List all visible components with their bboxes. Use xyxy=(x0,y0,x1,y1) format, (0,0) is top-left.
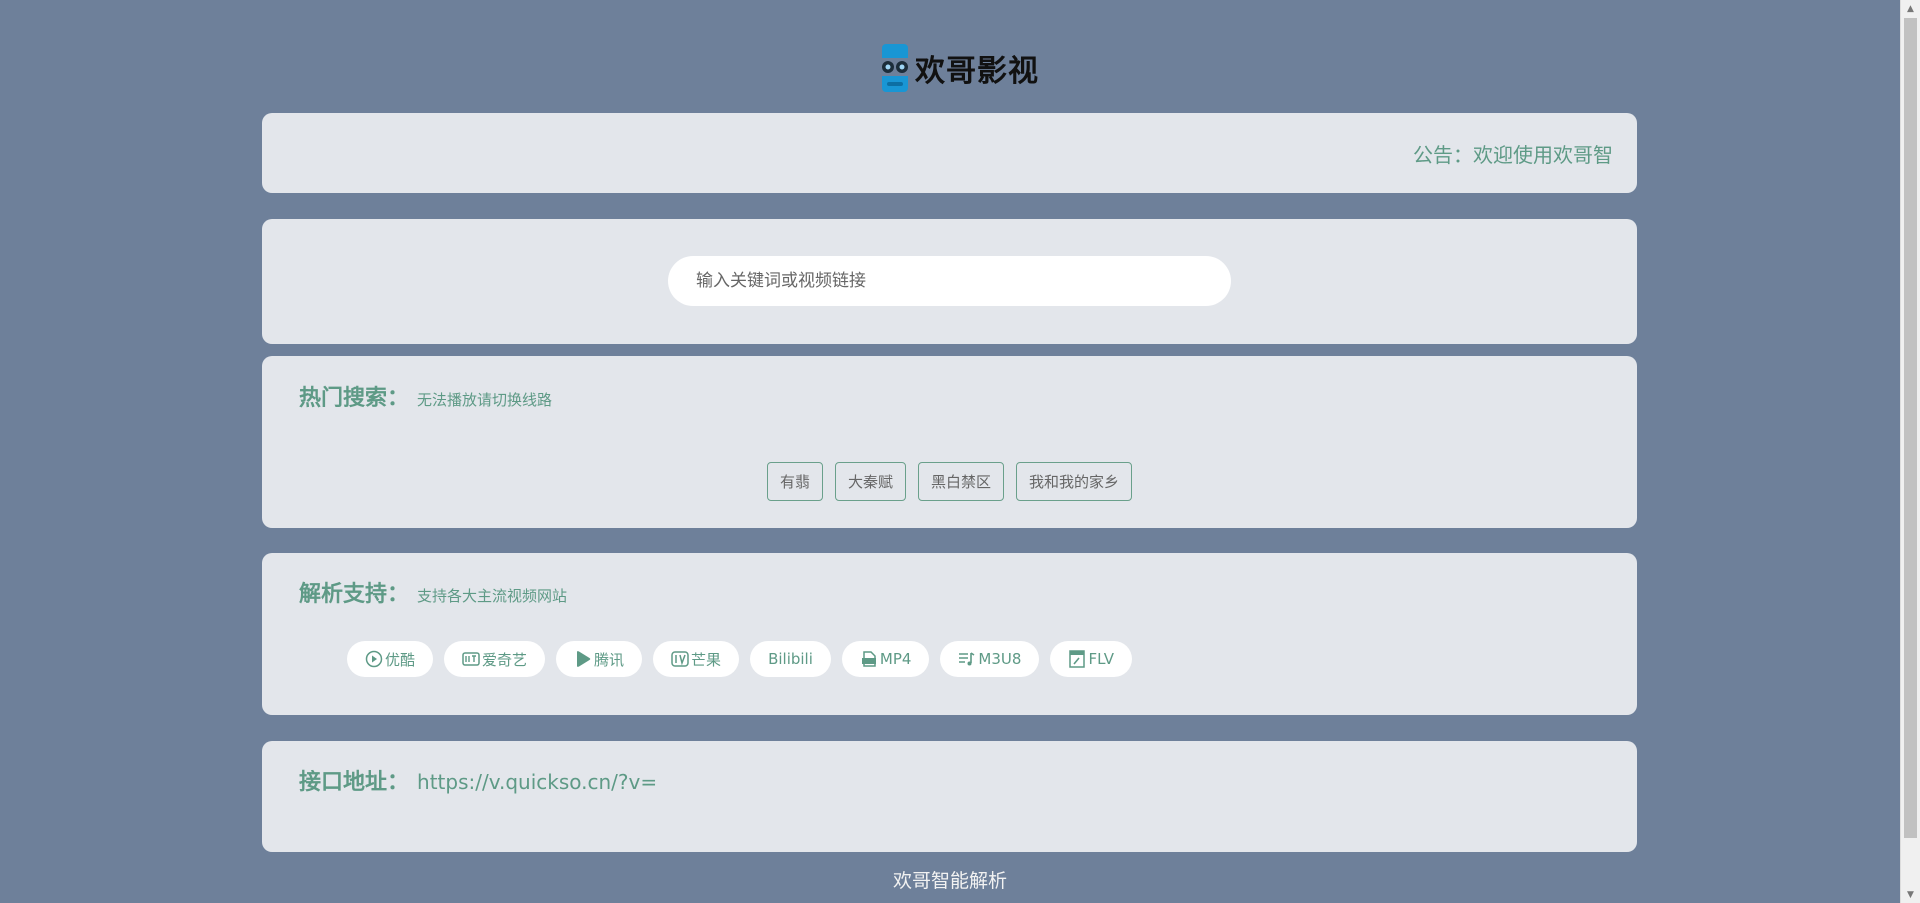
hot-tag[interactable]: 大秦赋 xyxy=(834,462,906,501)
tencent-play-icon xyxy=(574,650,592,668)
api-url[interactable]: https://v.quickso.cn/?v= xyxy=(417,770,657,794)
mascot-logo-icon xyxy=(879,42,911,94)
platform-youku[interactable]: 优酷 xyxy=(347,641,434,677)
platform-label: M3U8 xyxy=(978,650,1022,668)
parse-support-card: 解析支持： 支持各大主流视频网站 优酷 爱奇艺 腾讯 芒果 Bilibili M… xyxy=(262,553,1637,715)
hot-search-subtitle: 无法播放请切换线路 xyxy=(417,391,553,409)
api-card: 接口地址： https://v.quickso.cn/?v= xyxy=(262,741,1637,852)
notice-card: 公告：欢迎使用欢哥智 xyxy=(262,113,1637,193)
hot-search-tags: 有翡 大秦赋 黑白禁区 我和我的家乡 xyxy=(262,462,1637,501)
iqiyi-icon xyxy=(462,650,480,668)
hot-search-heading: 热门搜索： 无法播放请切换线路 xyxy=(299,380,552,412)
parse-support-subtitle: 支持各大主流视频网站 xyxy=(417,587,568,605)
mango-icon xyxy=(671,650,689,668)
api-title: 接口地址： xyxy=(299,770,410,795)
vertical-scrollbar[interactable]: ▲ ▼ xyxy=(1900,0,1920,903)
notice-marquee: 公告：欢迎使用欢哥智 xyxy=(1413,143,1613,167)
platform-iqiyi[interactable]: 爱奇艺 xyxy=(444,641,546,677)
platform-tencent[interactable]: 腾讯 xyxy=(556,641,643,677)
platform-label: MP4 xyxy=(879,650,912,668)
parse-support-title: 解析支持： xyxy=(299,582,410,607)
playlist-icon xyxy=(958,650,976,668)
page: 欢哥影视 公告：欢迎使用欢哥智 热门搜索： 无法播放请切换线路 有翡 大秦赋 黑… xyxy=(0,0,1920,903)
platform-label: 爱奇艺 xyxy=(482,650,528,669)
platform-label: Bilibili xyxy=(768,650,813,668)
scroll-up-arrow-icon[interactable]: ▲ xyxy=(1901,0,1920,17)
search-card xyxy=(262,219,1637,344)
scroll-thumb[interactable] xyxy=(1904,18,1917,838)
hot-search-card: 热门搜索： 无法播放请切换线路 有翡 大秦赋 黑白禁区 我和我的家乡 xyxy=(262,356,1637,528)
logo-text: 欢哥影视 xyxy=(915,54,1039,89)
search-input[interactable] xyxy=(668,256,1231,306)
platform-label: 优酷 xyxy=(385,650,416,669)
site-logo[interactable]: 欢哥影视 xyxy=(879,40,1039,96)
platform-mango[interactable]: 芒果 xyxy=(653,641,740,677)
hot-search-title: 热门搜索： xyxy=(299,386,410,411)
flv-file-icon xyxy=(1068,650,1086,668)
platform-flv[interactable]: FLV xyxy=(1050,641,1133,677)
scroll-down-arrow-icon[interactable]: ▼ xyxy=(1901,886,1920,903)
platform-list: 优酷 爱奇艺 腾讯 芒果 Bilibili MP4 M3U8 FLV xyxy=(347,641,1133,677)
hot-tag[interactable]: 我和我的家乡 xyxy=(1016,462,1133,501)
api-heading: 接口地址： https://v.quickso.cn/?v= xyxy=(299,764,657,796)
platform-label: 芒果 xyxy=(691,650,722,669)
platform-label: 腾讯 xyxy=(594,650,625,669)
parse-support-heading: 解析支持： 支持各大主流视频网站 xyxy=(299,576,567,608)
hot-tag[interactable]: 有翡 xyxy=(766,462,823,501)
platform-mp4[interactable]: MP4 xyxy=(841,641,930,677)
youku-icon xyxy=(365,650,383,668)
mp4-icon xyxy=(860,650,878,668)
platform-m3u8[interactable]: M3U8 xyxy=(940,641,1040,677)
platform-label: FLV xyxy=(1088,650,1115,668)
footer-text: 欢哥智能解析 xyxy=(892,870,1007,892)
platform-bilibili[interactable]: Bilibili xyxy=(750,641,831,677)
hot-tag[interactable]: 黑白禁区 xyxy=(918,462,1005,501)
